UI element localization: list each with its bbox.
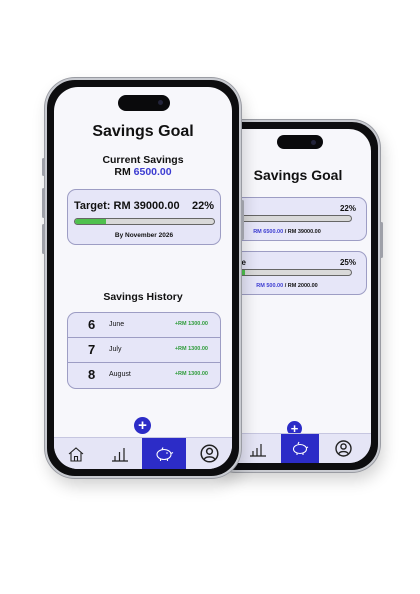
nav-stats[interactable] bbox=[235, 434, 281, 463]
power-button bbox=[241, 200, 244, 240]
goal-saved: RM 500.00 bbox=[256, 283, 284, 289]
goal-target: RM 2000.00 bbox=[287, 283, 318, 289]
goal-percent: 22% bbox=[191, 200, 214, 212]
history-amount: +RM 1300.00 bbox=[174, 346, 208, 352]
phone-front: Savings Goal Current Savings RM 6500.00 … bbox=[42, 78, 244, 478]
page-title: Savings Goal bbox=[92, 123, 194, 140]
add-savings-button[interactable]: + bbox=[134, 417, 151, 434]
user-circle-icon bbox=[199, 444, 219, 463]
history-title: Savings History bbox=[103, 291, 183, 303]
bar-chart-icon bbox=[250, 443, 266, 457]
nav-savings[interactable] bbox=[142, 438, 186, 469]
current-savings: Current Savings RM 6500.00 bbox=[54, 154, 232, 178]
currency-label: RM bbox=[114, 166, 131, 178]
goal-saved: RM 6500.00 bbox=[253, 229, 284, 235]
current-savings-value: 6500.00 bbox=[133, 166, 172, 178]
goal-progress-bar bbox=[74, 218, 215, 225]
history-row[interactable]: 6 June +RM 1300.00 bbox=[68, 313, 220, 338]
dynamic-island bbox=[118, 95, 170, 111]
nav-stats[interactable] bbox=[98, 438, 142, 469]
goal-progress-fill bbox=[75, 219, 106, 224]
goal-deadline: By November 2026 bbox=[114, 232, 174, 239]
dynamic-island bbox=[277, 135, 323, 149]
goal-percent: 22% bbox=[339, 204, 356, 213]
goal-percent: 25% bbox=[339, 258, 356, 267]
bottom-nav bbox=[54, 437, 232, 469]
nav-savings[interactable] bbox=[281, 434, 319, 463]
history-amount: +RM 1300.00 bbox=[174, 371, 208, 377]
history-month: June bbox=[109, 321, 125, 328]
history-day: 6 bbox=[88, 317, 96, 332]
history-month: July bbox=[109, 346, 122, 353]
nav-profile[interactable] bbox=[319, 434, 367, 463]
home-icon bbox=[68, 446, 84, 462]
history-day: 7 bbox=[88, 342, 96, 357]
side-button bbox=[42, 158, 45, 176]
nav-profile[interactable] bbox=[186, 438, 232, 469]
current-savings-label: Current Savings bbox=[102, 154, 184, 166]
nav-home[interactable] bbox=[54, 438, 98, 469]
volume-down-button bbox=[42, 224, 45, 254]
power-button bbox=[380, 222, 383, 258]
goal-target: RM 39000.00 bbox=[287, 229, 321, 235]
history-row[interactable]: 7 July +RM 1300.00 bbox=[68, 338, 220, 363]
piggy-bank-icon bbox=[156, 446, 174, 461]
main-goal-card[interactable]: Target: RM 39000.00 22% By November 2026 bbox=[67, 189, 221, 245]
savings-history-list: 6 June +RM 1300.00 7 July +RM 1300.00 8 … bbox=[67, 312, 221, 389]
bar-chart-icon bbox=[112, 448, 128, 462]
current-savings-amount: RM 6500.00 bbox=[54, 166, 232, 178]
volume-up-button bbox=[42, 188, 45, 218]
history-row[interactable]: 8 August +RM 1300.00 bbox=[68, 363, 220, 388]
history-amount: +RM 1300.00 bbox=[174, 321, 208, 327]
piggy-bank-icon bbox=[292, 441, 309, 455]
history-day: 8 bbox=[88, 367, 96, 382]
user-circle-icon bbox=[334, 440, 352, 457]
phone-front-screen: Savings Goal Current Savings RM 6500.00 … bbox=[54, 87, 232, 469]
goal-target-label: Target: RM 39000.00 bbox=[74, 200, 180, 212]
history-month: August bbox=[109, 371, 131, 378]
